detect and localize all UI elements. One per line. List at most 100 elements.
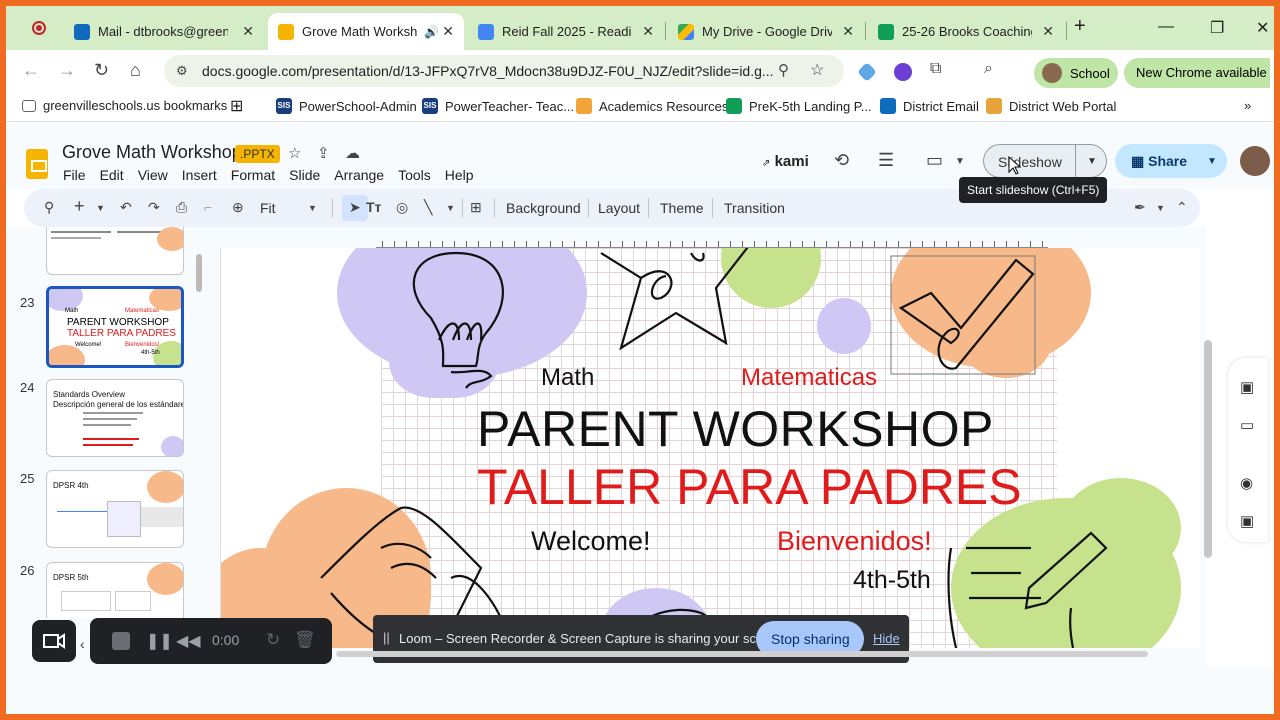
document-title[interactable]: Grove Math Workshop bbox=[62, 142, 242, 163]
delete-icon[interactable]: 🗑 bbox=[294, 630, 316, 650]
audio-icon[interactable]: 🔊 bbox=[424, 25, 439, 39]
record-icon[interactable] bbox=[32, 21, 46, 35]
bookmark-powerteacher[interactable]: SIS PowerTeacher- Teac... bbox=[422, 98, 574, 114]
menu-slide[interactable]: Slide bbox=[289, 167, 320, 183]
tab-my-drive[interactable]: My Drive - Google Drive ✕ bbox=[668, 13, 864, 50]
url-text[interactable]: docs.google.com/presentation/d/13-JFPxQ7… bbox=[202, 63, 774, 79]
paint-format-icon[interactable]: ⌐ bbox=[204, 199, 212, 215]
grades-label[interactable]: 4th-5th bbox=[853, 566, 931, 595]
parent-workshop-title[interactable]: PARENT WORKSHOP bbox=[477, 400, 994, 458]
new-slide-icon[interactable]: + bbox=[74, 196, 85, 217]
bookmark-star-icon[interactable]: ☆ bbox=[810, 60, 824, 80]
canvas-scrollbar[interactable] bbox=[1204, 340, 1212, 558]
menu-tools[interactable]: Tools bbox=[398, 167, 431, 183]
new-tab-button[interactable]: + bbox=[1074, 15, 1086, 38]
slide-thumbnail-24[interactable]: Standards Overview Descripción general d… bbox=[46, 379, 184, 457]
menu-help[interactable]: Help bbox=[445, 167, 474, 183]
minimize-button[interactable]: — bbox=[1158, 18, 1174, 36]
tab-search-icon[interactable]: ⌕ bbox=[984, 60, 993, 78]
more-bookmarks-icon[interactable]: » bbox=[1244, 98, 1251, 113]
background-button[interactable]: Background bbox=[506, 200, 581, 216]
bookmark-prek[interactable]: PreK-5th Landing P... bbox=[726, 98, 872, 114]
extension-diamond-icon[interactable] bbox=[857, 62, 877, 82]
home-icon[interactable]: ⌂ bbox=[130, 60, 141, 81]
bookmark-district-email[interactable]: District Email bbox=[880, 98, 979, 114]
loom-camera-button[interactable] bbox=[32, 620, 76, 662]
matematicas-label[interactable]: Matematicas bbox=[741, 364, 877, 392]
bookmark-folder[interactable]: greenvilleschools.us bookmarks bbox=[22, 98, 227, 113]
slide-canvas[interactable]: Math Matematicas PARENT WORKSHOP TALLER … bbox=[220, 248, 1200, 648]
back-icon[interactable]: ← bbox=[22, 60, 40, 81]
slide-thumbnail-23[interactable]: Math Matematicas PARENT WORKSHOP TALLER … bbox=[46, 286, 184, 368]
site-info-icon[interactable]: ⚙ bbox=[176, 63, 188, 79]
pause-icon[interactable]: ❚❚ bbox=[146, 631, 173, 651]
text-box-icon[interactable]: Tт bbox=[366, 199, 381, 215]
bookmark-powerschool[interactable]: SIS PowerSchool-Admin bbox=[276, 98, 417, 114]
meet-camera-icon[interactable]: ▭ bbox=[926, 150, 943, 171]
slideshow-dropdown-icon[interactable]: ▼ bbox=[1075, 144, 1107, 178]
collapse-toolbar-icon[interactable]: ⌃ bbox=[1176, 199, 1188, 216]
keep-icon[interactable]: ▣ bbox=[1240, 378, 1254, 396]
extensions-puzzle-icon[interactable]: ⧉ bbox=[930, 60, 941, 78]
bienvenidos-label[interactable]: Bienvenidos! bbox=[777, 526, 932, 557]
tab-grove-math[interactable]: Grove Math Worksh 🔊 ✕ bbox=[268, 13, 464, 50]
address-bar[interactable]: ⚙ docs.google.com/presentation/d/13-JFPx… bbox=[164, 55, 844, 87]
meet-dropdown-icon[interactable]: ▼ bbox=[955, 156, 965, 167]
menu-insert[interactable]: Insert bbox=[182, 167, 217, 183]
reload-icon[interactable]: ↻ bbox=[94, 60, 109, 81]
horizontal-scrollbar[interactable] bbox=[336, 651, 1148, 657]
profile-button[interactable]: School bbox=[1034, 58, 1118, 88]
transition-button[interactable]: Transition bbox=[724, 200, 785, 216]
new-slide-dropdown-icon[interactable]: ▼ bbox=[96, 203, 105, 213]
line-icon[interactable]: ╲ bbox=[424, 199, 432, 216]
tab-close-icon[interactable]: ✕ bbox=[842, 23, 854, 40]
drag-handle-icon[interactable]: || bbox=[383, 630, 390, 645]
zoom-icon[interactable]: ⚲ bbox=[778, 61, 789, 79]
menu-format[interactable]: Format bbox=[231, 167, 275, 183]
tab-reid-fall[interactable]: Reid Fall 2025 - Reading ✕ bbox=[468, 13, 664, 50]
restore-button[interactable]: ❐ bbox=[1210, 18, 1224, 38]
slide-thumbnail-25[interactable]: DPSR 4th bbox=[46, 470, 184, 548]
layout-button[interactable]: Layout bbox=[598, 200, 640, 216]
redo-icon[interactable]: ↷ bbox=[148, 199, 160, 216]
menu-edit[interactable]: Edit bbox=[100, 167, 124, 183]
close-window-button[interactable]: ✕ bbox=[1256, 18, 1269, 38]
menu-file[interactable]: File bbox=[63, 167, 86, 183]
zoom-icon[interactable]: ⊕ bbox=[232, 199, 244, 216]
record-icon[interactable]: ◉ bbox=[1240, 474, 1253, 492]
comments-icon[interactable]: ☰ bbox=[878, 150, 894, 171]
tab-mail[interactable]: Mail - dtbrooks@greenv ✕ bbox=[64, 13, 264, 50]
collapse-arrow-icon[interactable]: ‹ bbox=[80, 636, 85, 652]
theme-button[interactable]: Theme bbox=[660, 200, 704, 216]
apps-grid-icon[interactable]: ⊞ bbox=[230, 96, 243, 116]
undo-icon[interactable]: ↶ bbox=[120, 199, 132, 216]
zoom-select[interactable]: Fit bbox=[260, 200, 276, 216]
menu-arrange[interactable]: Arrange bbox=[334, 167, 384, 183]
version-history-icon[interactable]: ⟲ bbox=[834, 150, 849, 171]
filmstrip-scrollbar[interactable] bbox=[196, 254, 202, 292]
zoom-dropdown-icon[interactable]: ▼ bbox=[308, 203, 317, 213]
tab-close-icon[interactable]: ✕ bbox=[442, 23, 454, 40]
pen-tool-icon[interactable]: ✒ bbox=[1134, 199, 1146, 216]
shape-icon[interactable]: ◎ bbox=[396, 199, 408, 216]
line-dropdown-icon[interactable]: ▼ bbox=[446, 203, 455, 213]
kami-button[interactable]: ⇗ kami bbox=[762, 153, 809, 170]
tab-brooks-coaching[interactable]: 25-26 Brooks Coaching ✕ bbox=[868, 13, 1064, 50]
share-button[interactable]: ▦ Share bbox=[1115, 144, 1207, 178]
star-icon[interactable]: ☆ bbox=[288, 144, 301, 162]
tab-close-icon[interactable]: ✕ bbox=[1042, 23, 1054, 40]
stop-recording-icon[interactable] bbox=[112, 632, 130, 650]
move-folder-icon[interactable]: ⇪ bbox=[317, 144, 330, 162]
slide-thumbnail-22[interactable] bbox=[46, 227, 184, 275]
forward-icon[interactable]: → bbox=[58, 60, 76, 81]
insert-comment-icon[interactable]: ⊞ bbox=[470, 199, 482, 216]
bookmark-district-portal[interactable]: District Web Portal bbox=[986, 98, 1116, 114]
tab-close-icon[interactable]: ✕ bbox=[242, 23, 254, 40]
slideshow-button[interactable]: Slideshow bbox=[983, 144, 1075, 178]
tab-close-icon[interactable]: ✕ bbox=[642, 23, 654, 40]
math-label[interactable]: Math bbox=[541, 364, 594, 392]
menu-view[interactable]: View bbox=[138, 167, 168, 183]
taller-para-padres-title[interactable]: TALLER PARA PADRES bbox=[477, 458, 1022, 516]
hide-link[interactable]: Hide bbox=[873, 631, 900, 646]
print-icon[interactable]: ⎙ bbox=[176, 199, 187, 216]
